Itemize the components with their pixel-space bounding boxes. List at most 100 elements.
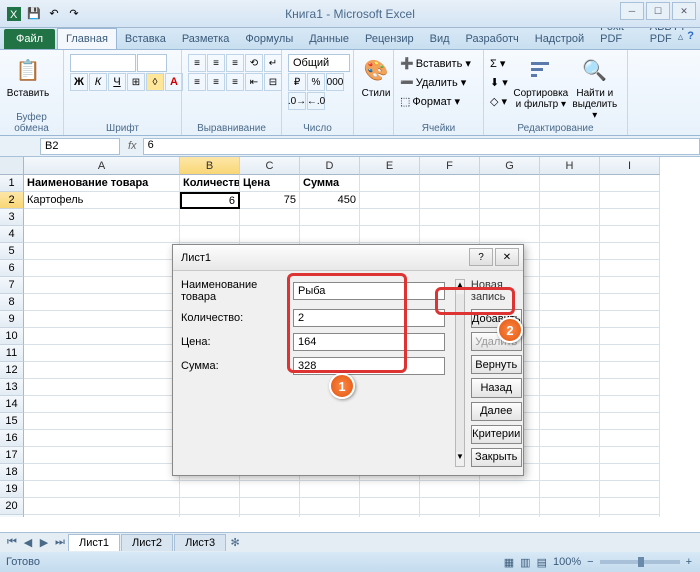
formula-input[interactable]: 6 — [143, 138, 700, 155]
view-normal-icon[interactable]: ▦ — [504, 556, 514, 569]
cell-B2[interactable]: 6 — [180, 192, 240, 209]
insert-cells-button[interactable]: ➕Вставить ▾ — [400, 54, 471, 72]
row-7[interactable]: 7 — [0, 277, 24, 294]
align-bot-icon[interactable]: ≡ — [226, 54, 244, 72]
align-left-icon[interactable]: ≡ — [188, 73, 206, 91]
input-sum[interactable] — [293, 357, 445, 375]
dialog-titlebar[interactable]: Лист1 ? ✕ — [173, 245, 523, 271]
dec-decimal-icon[interactable]: ←.0 — [307, 92, 325, 110]
cell-A19[interactable] — [24, 481, 180, 498]
wrap-icon[interactable]: ↵ — [264, 54, 282, 72]
cell-I5[interactable] — [600, 243, 660, 260]
cell-F2[interactable] — [420, 192, 480, 209]
cell-I2[interactable] — [600, 192, 660, 209]
cell-A15[interactable] — [24, 413, 180, 430]
cell-H19[interactable] — [540, 481, 600, 498]
col-B[interactable]: B — [180, 157, 240, 175]
sheet-nav-last[interactable]: ⏭ — [52, 536, 68, 549]
name-box[interactable]: B2 — [40, 138, 120, 155]
tab-insert[interactable]: Вставка — [117, 29, 174, 49]
cell-D3[interactable] — [300, 209, 360, 226]
cell-A12[interactable] — [24, 362, 180, 379]
number-format-combo[interactable]: Общий — [288, 54, 350, 72]
row-10[interactable]: 10 — [0, 328, 24, 345]
row-5[interactable]: 5 — [0, 243, 24, 260]
save-icon[interactable]: 💾 — [26, 6, 42, 22]
cell-G20[interactable] — [480, 498, 540, 515]
cell-I20[interactable] — [600, 498, 660, 515]
cell-A13[interactable] — [24, 379, 180, 396]
cell-E2[interactable] — [360, 192, 420, 209]
criteria-button[interactable]: Критерии — [471, 425, 522, 444]
cell-A21[interactable] — [24, 515, 180, 517]
underline-icon[interactable]: Ч — [108, 73, 126, 91]
currency-icon[interactable]: ₽ — [288, 73, 306, 91]
sheet-nav-prev[interactable]: ◀ — [20, 536, 36, 549]
cell-I16[interactable] — [600, 430, 660, 447]
cell-H2[interactable] — [540, 192, 600, 209]
delete-cells-button[interactable]: ➖Удалить ▾ — [400, 73, 471, 91]
cell-D2[interactable]: 450 — [300, 192, 360, 209]
cell-I3[interactable] — [600, 209, 660, 226]
row-12[interactable]: 12 — [0, 362, 24, 379]
undo-icon[interactable]: ↶ — [46, 6, 62, 22]
cell-G19[interactable] — [480, 481, 540, 498]
merge-icon[interactable]: ⊟ — [264, 73, 282, 91]
file-tab[interactable]: Файл — [4, 29, 55, 49]
cell-H12[interactable] — [540, 362, 600, 379]
cell-D4[interactable] — [300, 226, 360, 243]
cell-A8[interactable] — [24, 294, 180, 311]
row-4[interactable]: 4 — [0, 226, 24, 243]
cell-A1[interactable]: Наименование товара — [24, 175, 180, 192]
help-icon[interactable]: ? — [687, 30, 694, 43]
italic-icon[interactable]: К — [89, 73, 107, 91]
zoom-in-button[interactable]: + — [686, 556, 692, 568]
sheet-tab-1[interactable]: Лист1 — [68, 534, 120, 551]
font-name-combo[interactable] — [70, 54, 136, 72]
row-2[interactable]: 2 — [0, 192, 24, 209]
cell-E3[interactable] — [360, 209, 420, 226]
tab-layout[interactable]: Разметка — [174, 29, 238, 49]
cell-C21[interactable] — [240, 515, 300, 517]
cell-H17[interactable] — [540, 447, 600, 464]
tab-dev[interactable]: Разработч — [458, 29, 527, 49]
inc-decimal-icon[interactable]: .0→ — [288, 92, 306, 110]
fill-button[interactable]: ⬇ ▾ — [490, 73, 508, 91]
cell-B3[interactable] — [180, 209, 240, 226]
row-1[interactable]: 1 — [0, 175, 24, 192]
border-icon[interactable]: ⊞ — [127, 73, 145, 91]
row-15[interactable]: 15 — [0, 413, 24, 430]
align-top-icon[interactable]: ≡ — [188, 54, 206, 72]
cell-H1[interactable] — [540, 175, 600, 192]
cell-I21[interactable] — [600, 515, 660, 517]
new-sheet-icon[interactable]: ✻ — [227, 536, 243, 549]
col-G[interactable]: G — [480, 157, 540, 175]
cell-H13[interactable] — [540, 379, 600, 396]
cell-G1[interactable] — [480, 175, 540, 192]
cell-I13[interactable] — [600, 379, 660, 396]
cell-I10[interactable] — [600, 328, 660, 345]
cell-I15[interactable] — [600, 413, 660, 430]
cell-B21[interactable] — [180, 515, 240, 517]
cell-H16[interactable] — [540, 430, 600, 447]
cell-C3[interactable] — [240, 209, 300, 226]
comma-icon[interactable]: 000 — [326, 73, 344, 91]
revert-button[interactable]: Вернуть — [471, 355, 522, 374]
maximize-button[interactable]: ☐ — [646, 2, 670, 20]
cell-A14[interactable] — [24, 396, 180, 413]
percent-icon[interactable]: % — [307, 73, 325, 91]
close-form-button[interactable]: Закрыть — [471, 448, 522, 467]
cell-B20[interactable] — [180, 498, 240, 515]
row-11[interactable]: 11 — [0, 345, 24, 362]
font-color-icon[interactable]: A — [165, 73, 183, 91]
cell-F21[interactable] — [420, 515, 480, 517]
cell-I8[interactable] — [600, 294, 660, 311]
bold-icon[interactable]: Ж — [70, 73, 88, 91]
cell-I12[interactable] — [600, 362, 660, 379]
zoom-out-button[interactable]: − — [587, 556, 593, 568]
cell-H15[interactable] — [540, 413, 600, 430]
sheet-tab-3[interactable]: Лист3 — [174, 534, 226, 551]
cell-E20[interactable] — [360, 498, 420, 515]
tab-home[interactable]: Главная — [57, 28, 117, 49]
sheet-tab-2[interactable]: Лист2 — [121, 534, 173, 551]
